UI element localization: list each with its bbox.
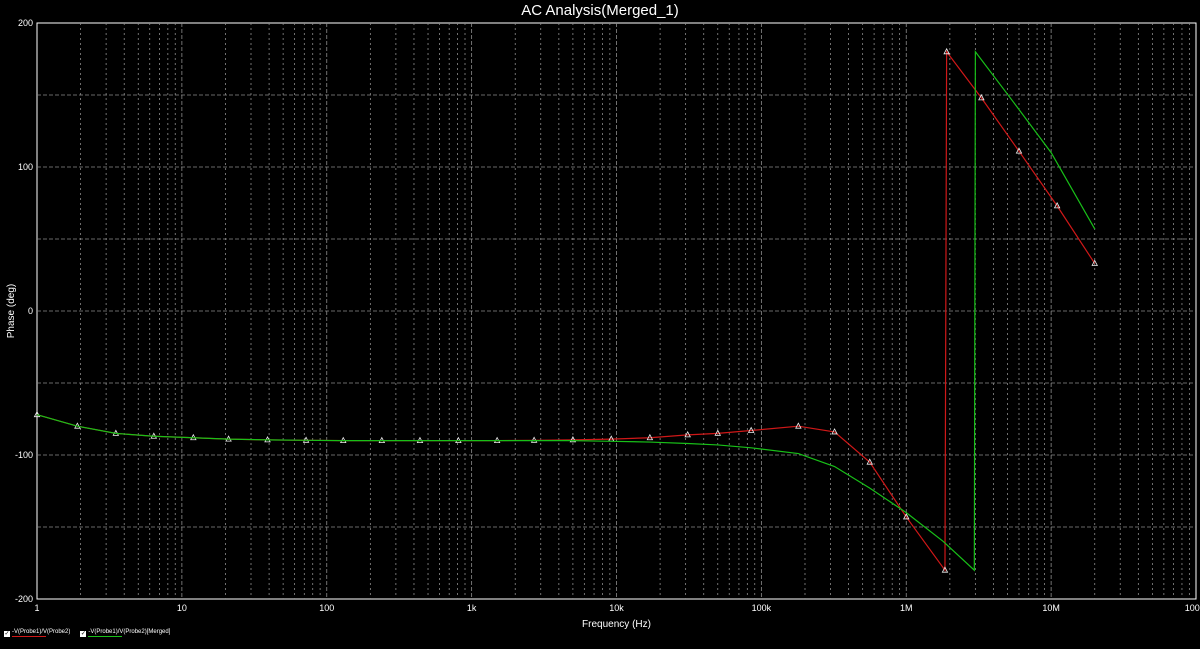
legend-line-swatch bbox=[12, 636, 46, 637]
y-tick-label: 0 bbox=[28, 306, 33, 316]
legend: ✓ -V(Probe1)/V(Probe2) ✓ -V(Probe1)/V(Pr… bbox=[4, 629, 170, 645]
x-tick-label: 100M bbox=[1185, 603, 1200, 613]
x-tick-label: 1k bbox=[467, 603, 477, 613]
legend-line-swatch bbox=[88, 636, 123, 637]
y-axis-label: Phase (deg) bbox=[6, 284, 17, 338]
x-tick-label: 100 bbox=[319, 603, 334, 613]
y-tick-label: -200 bbox=[15, 594, 33, 604]
x-tick-label: 100k bbox=[752, 603, 772, 613]
legend-label: -V(Probe1)/V(Probe2)[Merged] bbox=[88, 629, 171, 635]
x-tick-label: 1M bbox=[900, 603, 913, 613]
plot-area[interactable]: 200 100 0 -100 -2001 10 100 1k 10k 100k 1M 10M 100M F… bbox=[0, 0, 1200, 649]
legend-item-merged[interactable]: ✓ -V(Probe1)/V(Probe2)[Merged] bbox=[80, 629, 170, 645]
legend-checkbox[interactable]: ✓ bbox=[80, 631, 87, 637]
x-tick-label: 10 bbox=[177, 603, 187, 613]
legend-label: -V(Probe1)/V(Probe2) bbox=[12, 629, 71, 635]
y-tick-label: -100 bbox=[15, 450, 33, 460]
legend-checkbox[interactable]: ✓ bbox=[4, 631, 10, 637]
y-tick-label: 200 bbox=[18, 18, 33, 28]
y-tick-label: 100 bbox=[18, 162, 33, 172]
x-tick-label: 10M bbox=[1042, 603, 1060, 613]
x-axis-label: Frequency (Hz) bbox=[582, 619, 651, 630]
x-tick-label: 1 bbox=[34, 603, 39, 613]
legend-item-probe[interactable]: ✓ -V(Probe1)/V(Probe2) bbox=[4, 629, 70, 645]
x-tick-label: 10k bbox=[609, 603, 624, 613]
